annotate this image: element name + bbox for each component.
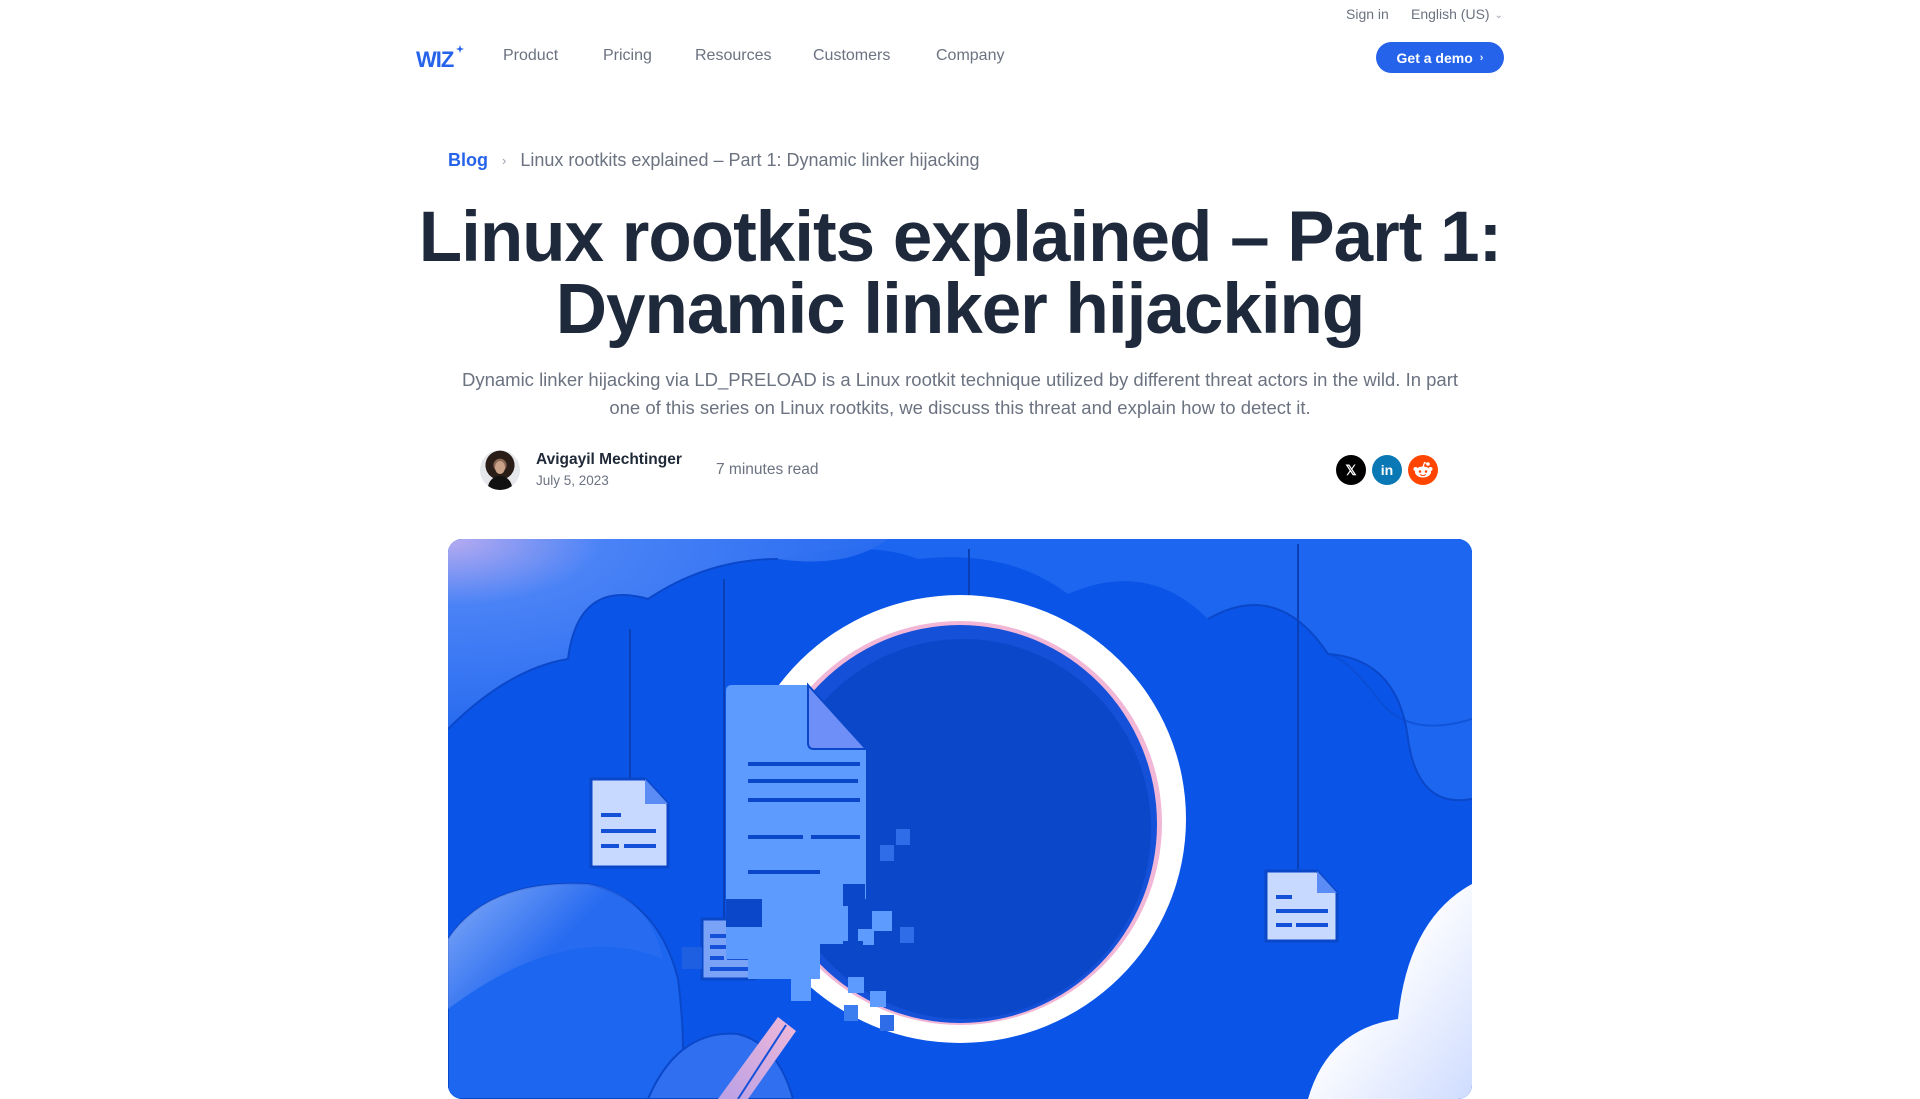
wiz-logo[interactable]: WIZ	[416, 43, 464, 72]
author-name-link[interactable]: Avigayil Mechtinger	[536, 451, 682, 469]
hanging-document-right	[1264, 869, 1339, 943]
linkedin-icon: in	[1380, 462, 1394, 478]
share-linkedin-button[interactable]: in	[1372, 455, 1402, 485]
language-selector[interactable]: English (US) ⌄	[1411, 6, 1503, 22]
reddit-icon	[1413, 461, 1433, 478]
nav-product[interactable]: Product	[503, 47, 558, 65]
breadcrumb-blog-link[interactable]: Blog	[448, 150, 488, 171]
hero-image	[448, 539, 1472, 1099]
author-avatar	[480, 450, 520, 490]
article-title: Linux rootkits explained – Part 1: Dynam…	[418, 198, 1503, 349]
chevron-right-icon: ›	[502, 153, 507, 168]
breadcrumb: Blog › Linux rootkits explained – Part 1…	[448, 150, 980, 171]
share-x-button[interactable]: 𝕏	[1336, 455, 1366, 485]
chevron-right-icon: ›	[1479, 51, 1484, 64]
get-a-demo-label: Get a demo	[1396, 49, 1473, 66]
x-logo-icon: 𝕏	[1345, 461, 1357, 478]
language-label: English (US)	[1411, 6, 1490, 22]
publish-date: July 5, 2023	[536, 473, 609, 488]
sign-in-link[interactable]: Sign in	[1346, 6, 1389, 22]
svg-text:WIZ: WIZ	[416, 47, 454, 71]
article-subtitle: Dynamic linker hijacking via LD_PRELOAD …	[461, 369, 1459, 418]
nav-pricing[interactable]: Pricing	[603, 47, 652, 65]
share-reddit-button[interactable]	[1408, 455, 1438, 485]
get-a-demo-button[interactable]: Get a demo ›	[1376, 42, 1504, 73]
read-time: 7 minutes read	[716, 461, 819, 478]
nav-customers[interactable]: Customers	[813, 47, 890, 65]
chevron-down-icon: ⌄	[1494, 9, 1503, 21]
nav-resources[interactable]: Resources	[695, 47, 771, 65]
nav-company[interactable]: Company	[936, 47, 1004, 65]
breadcrumb-current: Linux rootkits explained – Part 1: Dynam…	[520, 150, 980, 170]
hanging-document-left	[589, 777, 670, 869]
